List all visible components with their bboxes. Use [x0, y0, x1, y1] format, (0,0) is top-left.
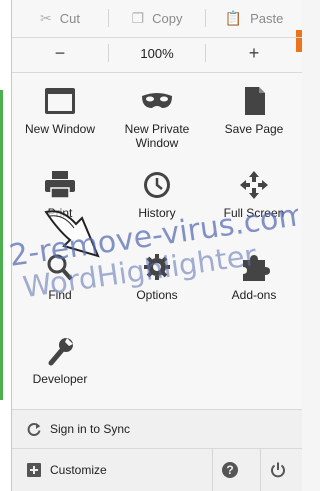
sync-icon: [27, 423, 41, 436]
sign-in-sync-label: Sign in to Sync: [50, 422, 131, 436]
new-window-button[interactable]: New Window: [12, 86, 108, 136]
zoom-in-button[interactable]: +: [206, 38, 302, 68]
mask-icon: [142, 93, 172, 108]
puzzle-piece-icon: [243, 255, 270, 281]
history-button[interactable]: History: [109, 170, 205, 220]
background-green-bar: [0, 90, 3, 400]
customize-label: Customize: [50, 463, 107, 477]
wrench-icon: [48, 338, 73, 366]
addons-label: Add-ons: [231, 288, 277, 302]
svg-text:?: ?: [226, 463, 233, 477]
clipboard-icon: 📋: [224, 9, 243, 26]
options-label: Options: [136, 288, 178, 302]
window-icon: [45, 88, 75, 114]
zoom-out-button[interactable]: −: [12, 38, 108, 68]
zoom-level: 100%: [140, 45, 174, 61]
new-private-window-button[interactable]: New Private Window: [109, 86, 205, 150]
save-page-button[interactable]: Save Page: [206, 86, 302, 136]
plus-box-icon: [27, 463, 41, 477]
minus-icon: −: [54, 42, 66, 63]
save-page-label: Save Page: [224, 122, 284, 136]
full-screen-button[interactable]: Full Screen: [206, 170, 302, 220]
new-window-label: New Window: [24, 122, 96, 136]
plus-icon: +: [248, 42, 260, 63]
print-button[interactable]: Print: [12, 170, 108, 220]
clock-icon: [144, 172, 170, 198]
scissors-icon: ✂: [40, 9, 52, 26]
quit-button[interactable]: [260, 449, 295, 491]
history-label: History: [138, 206, 176, 220]
gear-icon: [144, 254, 170, 280]
find-button[interactable]: Find: [12, 252, 108, 302]
full-screen-label: Full Screen: [223, 206, 285, 220]
options-button[interactable]: Options: [109, 252, 205, 302]
magnifier-icon: [47, 254, 73, 281]
help-icon: ?: [222, 462, 238, 478]
cut-button[interactable]: ✂ Cut: [12, 0, 108, 36]
copy-icon: ❐: [131, 9, 145, 26]
edit-controls: ✂ Cut ❐ Copy 📋 Paste − 100% +: [12, 0, 302, 73]
sign-in-sync-button[interactable]: Sign in to Sync: [12, 410, 302, 448]
find-label: Find: [48, 288, 72, 302]
developer-button[interactable]: Developer: [12, 336, 108, 386]
firefox-menu-panel: ✂ Cut ❐ Copy 📋 Paste − 100% + New Window…: [11, 0, 302, 491]
printer-icon: [45, 171, 75, 199]
customize-button[interactable]: Customize: [12, 449, 302, 491]
paste-label: Paste: [250, 10, 284, 26]
paste-button[interactable]: 📋 Paste: [206, 0, 302, 36]
cut-label: Cut: [59, 10, 80, 26]
help-button[interactable]: ?: [212, 449, 247, 491]
print-label: Print: [47, 206, 73, 220]
new-private-window-label-2: Window: [135, 136, 179, 150]
developer-label: Developer: [32, 372, 88, 386]
fullscreen-arrows-icon: [240, 171, 268, 199]
addons-button[interactable]: Add-ons: [206, 252, 302, 302]
power-icon: [271, 462, 285, 478]
new-private-window-label-1: New Private: [124, 122, 190, 136]
page-icon: [245, 87, 265, 115]
zoom-reset-button[interactable]: 100%: [109, 38, 205, 68]
background-window-edge: [0, 0, 11, 491]
copy-button[interactable]: ❐ Copy: [109, 0, 205, 36]
copy-label: Copy: [152, 10, 183, 26]
